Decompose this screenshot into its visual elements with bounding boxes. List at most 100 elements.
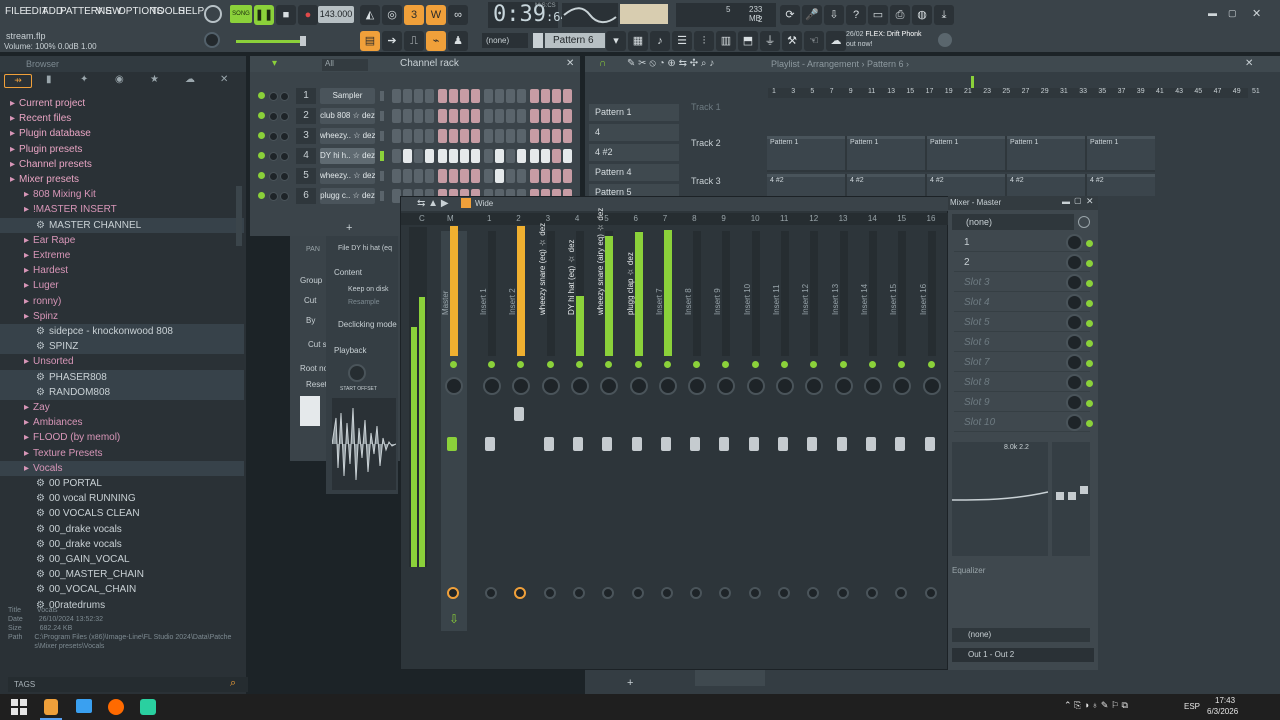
export-icon[interactable]: ⤓ [934,5,954,25]
step-button[interactable] [484,169,493,183]
browser-all-tab[interactable]: ⇸ [4,74,32,88]
window-minimize-icon[interactable]: ▬ [1208,8,1217,18]
step-button[interactable] [471,89,480,103]
snap-select[interactable]: (none) [482,33,528,48]
window-restore-icon[interactable]: ▢ [1228,8,1237,19]
step-button[interactable] [403,109,412,123]
pan-knob[interactable] [776,377,794,395]
track-3-clip[interactable]: 4 #2 [927,174,1005,196]
mixer-maximize-icon[interactable]: ▢ [1074,196,1082,205]
volume-fader[interactable] [895,437,906,451]
arrow-right-icon[interactable]: ➔ [382,31,402,51]
pan-knob[interactable] [805,377,824,395]
step-button[interactable] [563,129,572,143]
track-3-clip[interactable]: 4 #2 [1087,174,1155,196]
step-button[interactable] [460,169,469,183]
pan-knob[interactable] [688,377,707,395]
slot-enable-led[interactable] [1086,240,1093,247]
save-icon[interactable]: ▭ [868,5,888,25]
browser-scrollbar[interactable] [236,186,242,246]
insert-strip[interactable]: Insert 15 [889,231,915,631]
step-button[interactable] [392,169,401,183]
step-button[interactable] [495,129,504,143]
insert-strip[interactable]: Insert 7 [655,230,681,631]
strip-enable-led[interactable] [546,361,554,368]
channel-select-led[interactable] [380,131,384,141]
master-volume-slider[interactable] [236,40,302,43]
vol-knob[interactable] [280,192,289,201]
step-button[interactable] [425,149,434,163]
browser-item[interactable]: ▸ !MASTER INSERT [0,202,244,217]
step-button[interactable] [484,149,493,163]
track-3-clip[interactable]: 4 #2 [847,174,925,196]
strip-label[interactable]: Insert 1 [479,235,505,315]
strip-enable-led[interactable] [517,361,525,368]
track-2-clip[interactable]: Pattern 1 [1087,136,1155,170]
reset-icon[interactable]: ⟳ [780,5,800,25]
pattern-song-toggle[interactable] [204,5,222,23]
step-button[interactable] [484,109,493,123]
browser-item[interactable]: ▸ Vocals [0,460,244,476]
step-button[interactable] [425,129,434,143]
strip-enable-led[interactable] [450,361,457,368]
browser-item[interactable]: ▸ Channel presets [0,157,244,172]
rack-close-icon[interactable]: ✕ [566,58,574,69]
channel-name-button[interactable]: Sampler [320,88,375,104]
channel-number[interactable]: 1 [296,88,316,104]
stereo-sep-knob[interactable] [719,587,732,599]
slot-mix-knob[interactable] [1066,374,1083,391]
countdown-icon[interactable]: 3 [404,5,424,25]
slot-mix-knob[interactable] [1066,394,1083,411]
metronome-icon[interactable]: ◭ [360,5,380,25]
help-icon[interactable]: ? [846,5,866,25]
step-button[interactable] [425,169,434,183]
browser-item[interactable]: ⚙ MASTER CHANNEL [0,217,244,233]
master-volume-handle[interactable] [300,36,306,46]
reset-label[interactable]: Reset [306,380,327,389]
step-button[interactable] [495,89,504,103]
step-button[interactable] [425,89,434,103]
playlist-close-icon[interactable]: ✕ [1245,58,1253,69]
insert-strip[interactable]: DY hi hat (eq) ☆ dez [567,231,593,631]
slot-enable-led[interactable] [1086,280,1093,287]
step-button[interactable] [449,129,458,143]
strip-enable-led[interactable] [693,361,701,368]
browser-item[interactable]: ▸ Hardest [0,263,244,278]
volume-fader[interactable] [836,437,847,451]
step-button[interactable] [495,169,504,183]
insert-strip[interactable]: Insert 11 [772,231,798,631]
browser-star-icon[interactable]: ★ [150,74,159,85]
volume-fader[interactable] [807,437,818,451]
eq-faders[interactable] [1052,442,1090,556]
volume-fader[interactable] [572,437,583,451]
slot-mix-knob[interactable] [1066,334,1083,351]
step-button[interactable] [517,149,526,163]
step-button[interactable] [495,109,504,123]
pan-knob[interactable] [541,377,560,395]
news-icon[interactable] [938,33,952,47]
link-icon[interactable]: ⌁ [426,31,446,51]
download-icon[interactable]: ⇩ [824,5,844,25]
step-button[interactable] [517,169,526,183]
effect-slot[interactable]: Slot 8 [954,374,1093,392]
insert-strip[interactable]: Insert 2 [508,226,534,631]
strip-enable-led[interactable] [781,361,788,368]
step-button[interactable] [541,109,550,123]
pan-knob[interactable] [269,152,278,161]
volume-fader[interactable] [485,437,495,451]
insert-strip[interactable]: Insert 1 [479,231,505,631]
step-button[interactable] [449,169,458,183]
stereo-sep-knob[interactable] [895,587,908,599]
step-button[interactable] [392,109,401,123]
track-2-name[interactable]: Track 2 [691,138,763,148]
explorer-icon[interactable] [76,699,92,713]
step-button[interactable] [484,129,493,143]
slot-enable-led[interactable] [1086,400,1093,407]
channel-rack-icon[interactable]: ☰ [672,31,692,51]
volume-fader[interactable] [543,437,554,451]
step-button[interactable] [403,169,412,183]
step-button[interactable] [403,89,412,103]
volume-fader[interactable] [748,437,759,451]
tags-bar[interactable]: TAGS [8,677,248,692]
pan-knob[interactable] [922,377,941,395]
